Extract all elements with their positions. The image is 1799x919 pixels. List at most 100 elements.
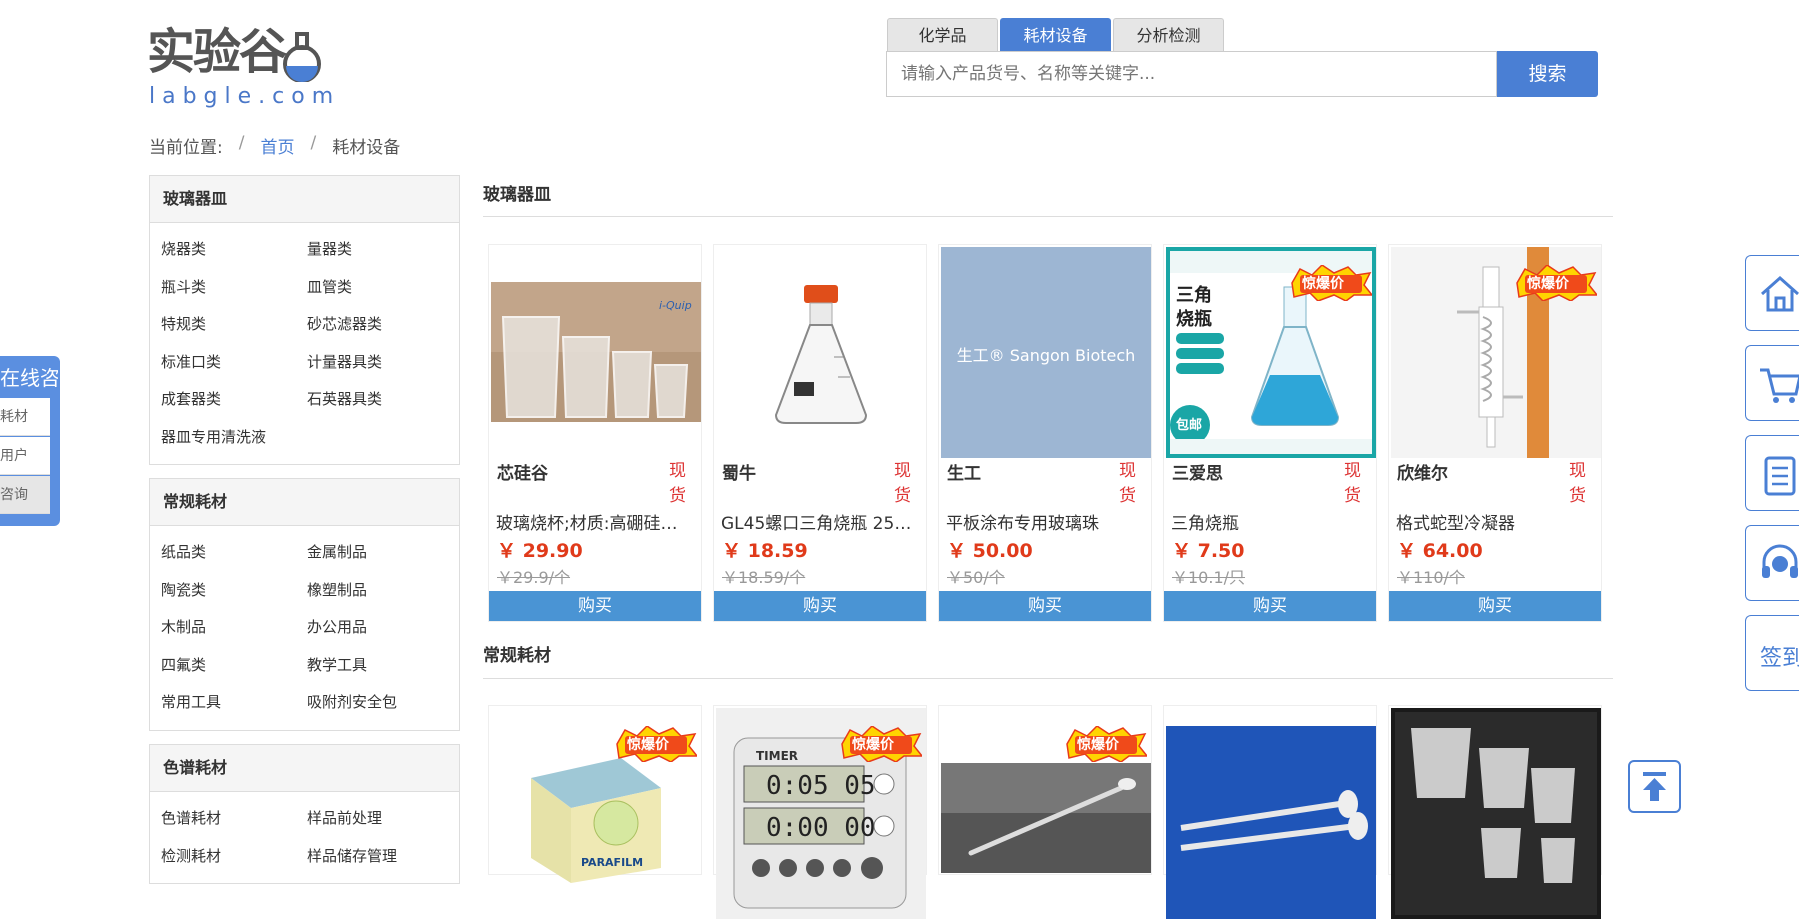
category-link[interactable]: 纸品类 [161, 534, 307, 572]
hot-price-label: 惊爆价 [1077, 737, 1119, 753]
category-title[interactable]: 常规耗材 [150, 479, 459, 526]
product-image[interactable]: PARAFILM 惊爆价 [491, 708, 701, 919]
product-card[interactable]: 生工® Sangon Biotech 生工 现货 平板涂布专用玻璃珠 ￥ 50.… [938, 244, 1152, 622]
flask-logo-icon [283, 32, 321, 82]
product-image[interactable]: 三角 烧瓶 包邮 惊爆价 [1166, 247, 1376, 458]
original-price: ￥18.59/个 [722, 568, 806, 587]
product-card[interactable] [1388, 705, 1602, 919]
product-image[interactable]: i-Quip [491, 247, 701, 458]
product-image[interactable]: 惊爆价 [941, 708, 1151, 919]
product-card[interactable] [1163, 705, 1377, 919]
category-link[interactable]: 样品前处理 [307, 800, 453, 838]
stock-badge: 现货 [894, 461, 911, 506]
category-link[interactable]: 样品储存管理 [307, 838, 453, 876]
category-link[interactable]: 特规类 [161, 306, 307, 344]
site-logo[interactable]: 实验谷 labgle.com [147, 12, 333, 110]
product-name[interactable]: 玻璃烧杯;材质:高硼硅… [496, 509, 696, 534]
hot-price-badge: 惊爆价 [1515, 264, 1599, 302]
sangon-logo-text: 生工® Sangon Biotech [956, 346, 1136, 365]
category-link[interactable]: 器皿专用清洗液 [161, 419, 307, 457]
buy-button[interactable]: 购买 [714, 591, 926, 621]
product-name[interactable]: GL45螺口三角烧瓶 250… [721, 509, 921, 534]
product-brand: 蜀牛 [722, 464, 756, 484]
product-name[interactable]: 格式蛇型冷凝器 [1396, 509, 1596, 534]
product-price: ￥ 7.50 [1172, 540, 1245, 562]
category-link[interactable]: 色谱耗材 [161, 800, 307, 838]
consult-item[interactable]: 用户 [0, 437, 50, 475]
product-card[interactable]: 蜀牛 现货 GL45螺口三角烧瓶 250… ￥ 18.59 ￥18.59/个 购… [713, 244, 927, 622]
category-link[interactable]: 教学工具 [307, 647, 453, 685]
category-link[interactable]: 皿管类 [307, 269, 453, 307]
clipboard-icon [1764, 456, 1796, 496]
cart-button[interactable] [1745, 345, 1799, 421]
consult-item[interactable]: 耗材 [0, 398, 50, 436]
breadcrumb: 当前位置: / 首页 / 耗材设备 [149, 133, 400, 158]
category-link[interactable]: 检测耗材 [161, 838, 307, 876]
product-image[interactable]: 生工® Sangon Biotech [941, 247, 1151, 458]
product-image[interactable] [716, 247, 926, 458]
category-link[interactable]: 砂芯滤器类 [307, 306, 453, 344]
orange-cap-flask-image [774, 285, 868, 424]
breadcrumb-separator: / [310, 133, 317, 153]
original-price: ￥10.1/只 [1172, 568, 1246, 587]
product-image[interactable] [1391, 708, 1601, 919]
timer-display-top: 0:05 05 [766, 771, 876, 801]
buy-button[interactable]: 购买 [939, 591, 1151, 621]
product-card[interactable]: 三角 烧瓶 包邮 惊爆价 三爱思 现货 三角烧瓶 ￥ 7.50 ￥10.1/只 … [1163, 244, 1377, 622]
product-card[interactable]: 惊爆价 [938, 705, 1152, 875]
category-link[interactable]: 计量器具类 [307, 344, 453, 382]
category-link[interactable]: 陶瓷类 [161, 572, 307, 610]
product-card[interactable]: 惊爆价 欣维尔 现货 格式蛇型冷凝器 ￥ 64.00 ￥110/个 购买 [1388, 244, 1602, 622]
category-link[interactable]: 烧器类 [161, 231, 307, 269]
product-card[interactable]: TIMER 0:05 05 0:00 00 惊爆价 [713, 705, 927, 919]
product-card[interactable]: i-Quip 芯硅谷 现货 玻璃烧杯;材质:高硼硅… ￥ 29.90 ￥29.9… [488, 244, 702, 622]
orders-button[interactable] [1745, 435, 1799, 511]
sign-in-button[interactable]: 签到 [1745, 615, 1799, 691]
consult-item[interactable]: 咨询 [0, 476, 50, 514]
buy-button[interactable]: 购买 [1389, 591, 1601, 621]
buy-button[interactable]: 购买 [1164, 591, 1376, 621]
breadcrumb-label: 当前位置: [149, 138, 223, 158]
category-link[interactable]: 办公用品 [307, 609, 453, 647]
search-box [886, 51, 1497, 97]
category-link[interactable]: 常用工具 [161, 684, 307, 722]
buy-button[interactable]: 购买 [489, 591, 701, 621]
search-tabs: 化学品 耗材设备 分析检测 [887, 18, 1226, 51]
category-title[interactable]: 色谱耗材 [150, 745, 459, 792]
category-link[interactable]: 瓶斗类 [161, 269, 307, 307]
back-to-top-button[interactable] [1628, 760, 1681, 813]
section-title: 玻璃器皿 [483, 185, 551, 205]
category-link[interactable]: 木制品 [161, 609, 307, 647]
home-icon [1761, 275, 1799, 312]
product-card[interactable]: PARAFILM 惊爆价 [488, 705, 702, 883]
product-price: ￥ 64.00 [1397, 540, 1483, 562]
breadcrumb-home-link[interactable]: 首页 [260, 133, 294, 158]
product-image[interactable] [1166, 708, 1376, 919]
product-brand: 三爱思 [1172, 464, 1223, 484]
search-input[interactable] [887, 52, 1496, 96]
tab-analysis[interactable]: 分析检测 [1113, 18, 1224, 51]
category-link[interactable]: 石英器具类 [307, 381, 453, 419]
category-title[interactable]: 玻璃器皿 [150, 176, 459, 223]
product-name[interactable]: 三角烧瓶 [1171, 509, 1371, 534]
category-link[interactable]: 标准口类 [161, 344, 307, 382]
stock-badge: 现货 [1344, 461, 1361, 506]
category-link[interactable]: 四氟类 [161, 647, 307, 685]
section-divider [483, 678, 1613, 679]
hot-price-label: 惊爆价 [1302, 276, 1344, 292]
product-image[interactable]: TIMER 0:05 05 0:00 00 惊爆价 [716, 708, 926, 919]
search-button[interactable]: 搜索 [1497, 51, 1598, 97]
category-link[interactable]: 橡塑制品 [307, 572, 453, 610]
customer-service-button[interactable] [1745, 525, 1799, 601]
category-link[interactable]: 吸附剂安全包 [307, 684, 453, 722]
product-image[interactable]: 惊爆价 [1391, 247, 1601, 458]
breadcrumb-separator: / [238, 133, 245, 153]
category-link[interactable]: 金属制品 [307, 534, 453, 572]
tab-chemicals[interactable]: 化学品 [887, 18, 998, 51]
category-link[interactable]: 成套器类 [161, 381, 307, 419]
home-button[interactable] [1745, 255, 1799, 331]
tab-consumables[interactable]: 耗材设备 [1000, 18, 1111, 51]
online-consult-panel[interactable]: 在线咨询 耗材 用户 咨询 [0, 356, 60, 526]
product-name[interactable]: 平板涂布专用玻璃珠 [946, 509, 1146, 534]
category-link[interactable]: 量器类 [307, 231, 453, 269]
